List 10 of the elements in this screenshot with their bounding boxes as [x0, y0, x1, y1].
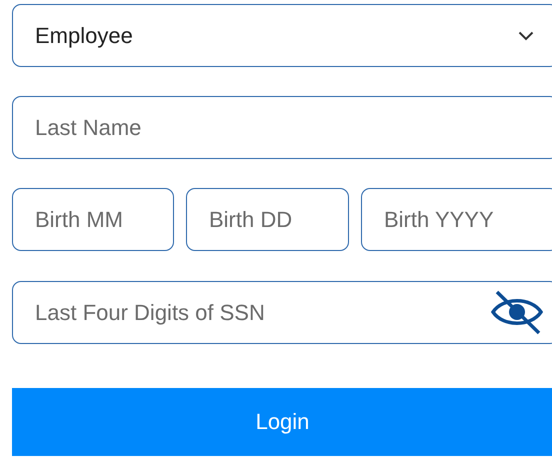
eye-off-icon[interactable] [491, 289, 543, 335]
ssn-field[interactable]: Last Four Digits of SSN [12, 281, 552, 344]
birth-date-field[interactable]: Birth YYYY [361, 188, 552, 251]
login-button[interactable]: Login [12, 388, 552, 456]
birth-date-field[interactable]: Birth DD [186, 188, 349, 251]
chevron-down-icon [518, 30, 534, 40]
last-name-field[interactable]: Last Name [12, 96, 552, 159]
birth-date-field[interactable]: Birth MM [12, 188, 174, 251]
role-select[interactable]: Employee [12, 4, 552, 67]
role-select-value: Employee [35, 22, 133, 48]
